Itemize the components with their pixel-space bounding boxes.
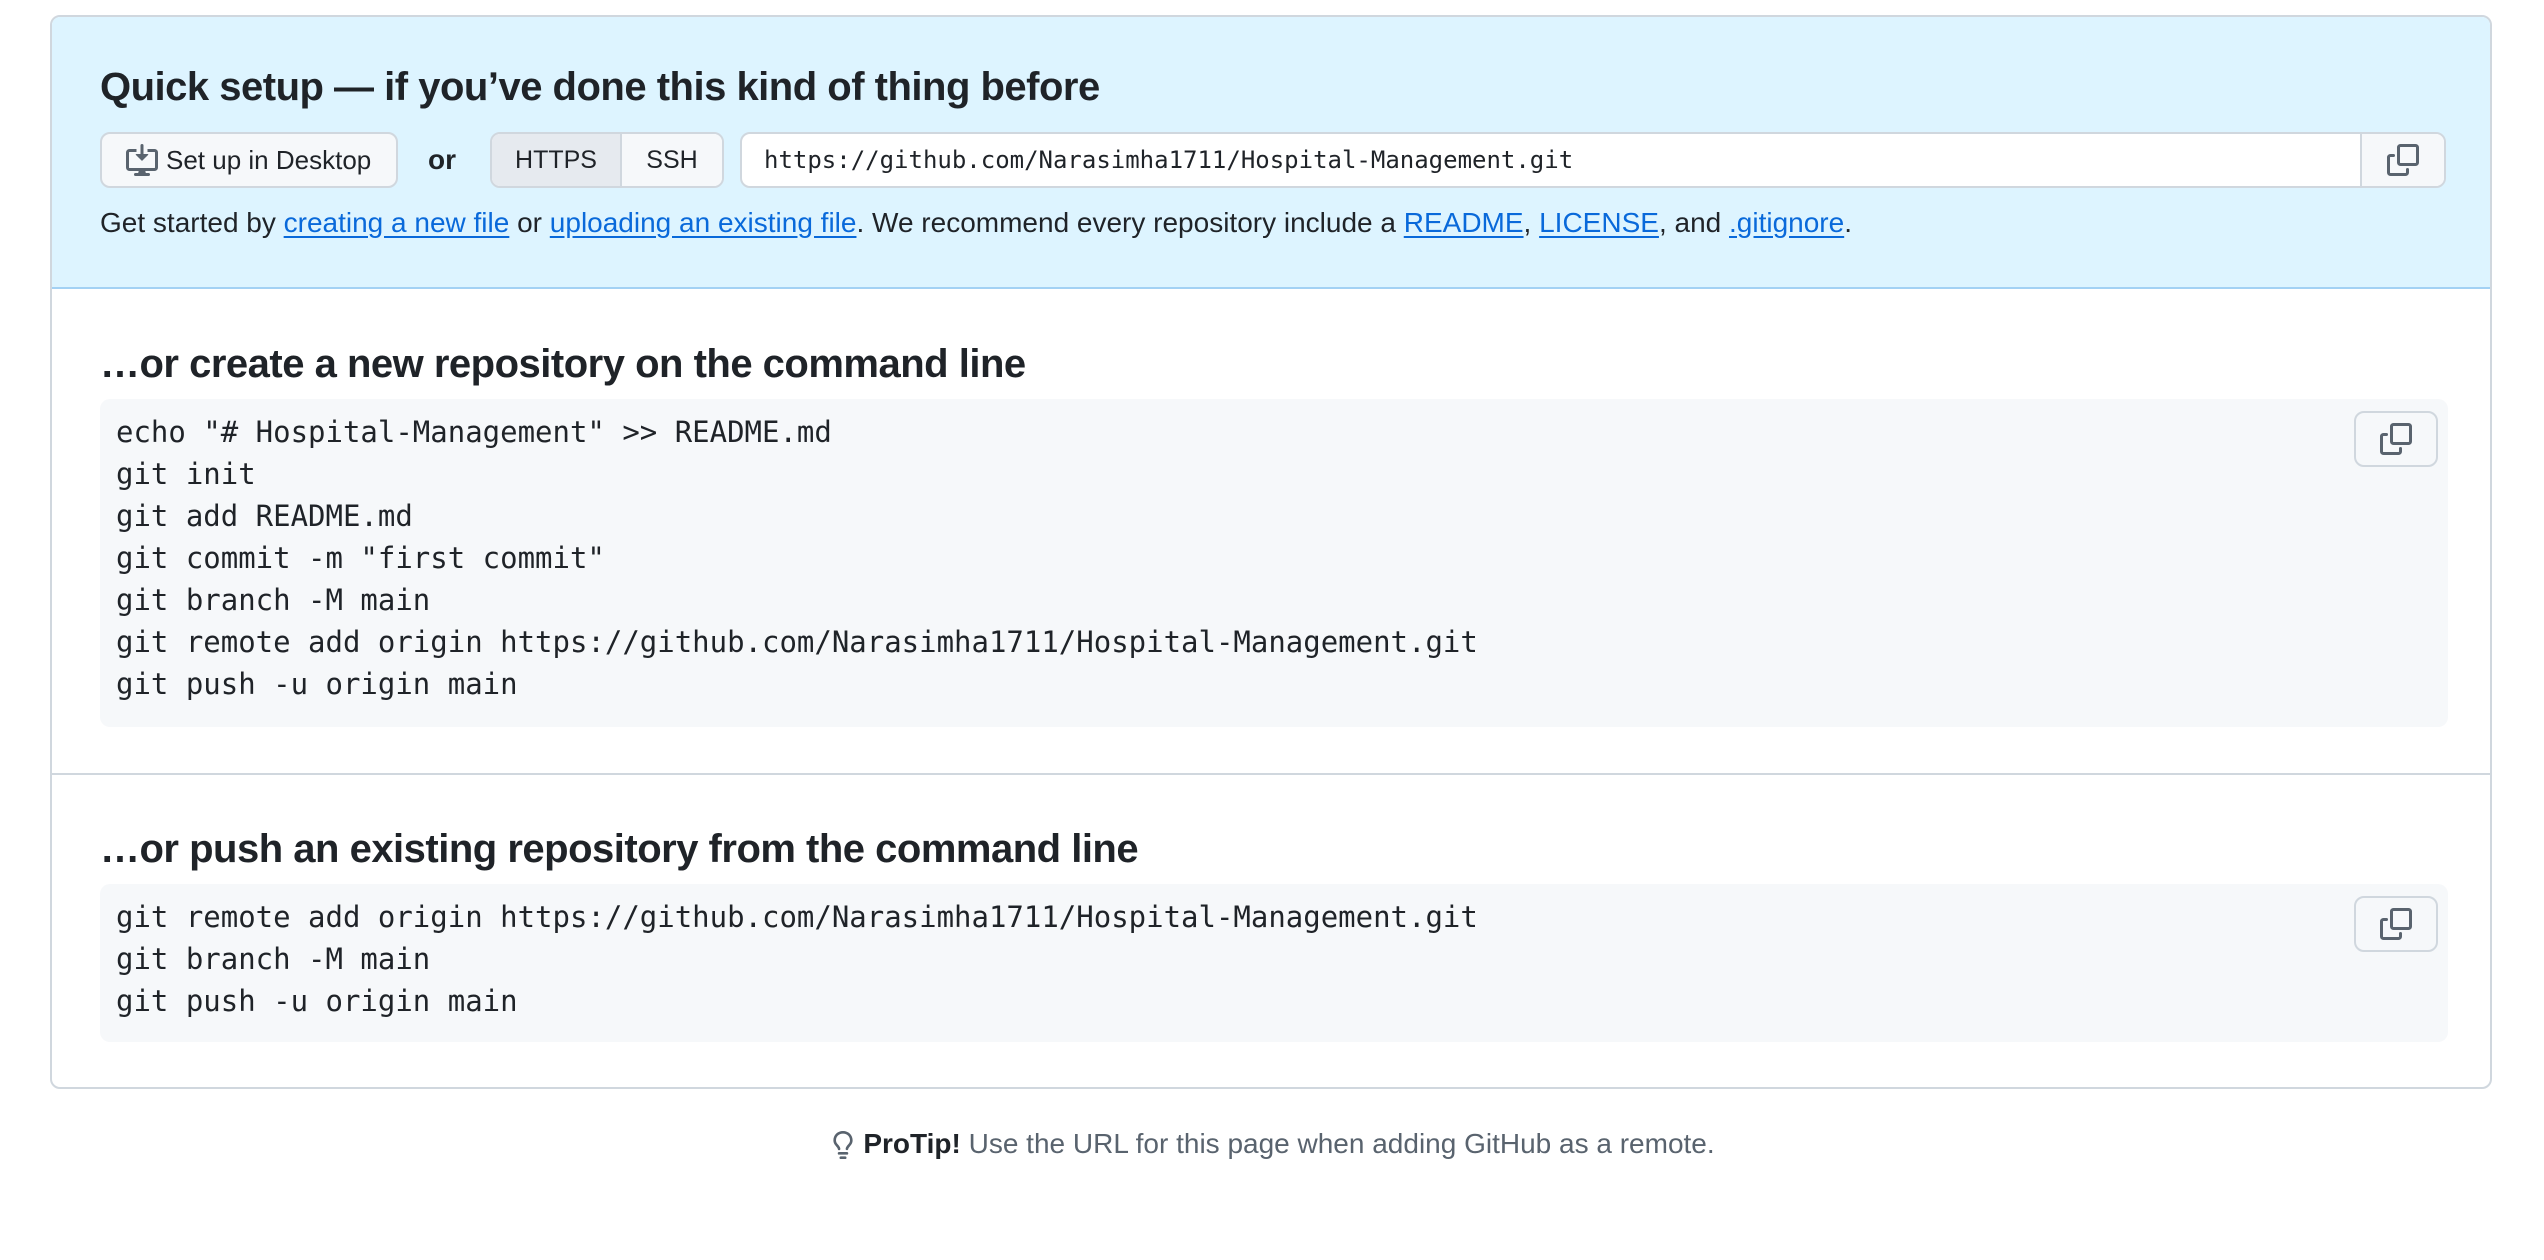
protocol-toggle: HTTPS SSH (490, 132, 724, 188)
getting-started-text: Get started by creating a new file or up… (100, 207, 1852, 239)
push-repo-title: …or push an existing repository from the… (100, 827, 1139, 871)
code-line: git push -u origin main (116, 667, 518, 701)
code-line: git add README.md (116, 499, 413, 533)
gitignore-link[interactable]: .gitignore (1729, 207, 1844, 238)
upload-file-link[interactable]: uploading an existing file (550, 207, 857, 238)
protip-text: Use the URL for this page when adding Gi… (960, 1128, 1715, 1159)
code-line: git init (116, 457, 256, 491)
push-repo-code-block: git remote add origin https://github.com… (100, 884, 2448, 1042)
quick-setup-panel: Quick setup — if you’ve done this kind o… (52, 17, 2490, 289)
copy-create-commands-button[interactable] (2354, 411, 2438, 467)
light-bulb-icon (833, 1131, 853, 1159)
code-line: echo "# Hospital-Management" >> README.m… (116, 415, 832, 449)
code-line: git push -u origin main (116, 984, 518, 1018)
protocol-https-button[interactable]: HTTPS (492, 134, 622, 186)
copy-icon (2380, 423, 2412, 455)
copy-icon (2380, 908, 2412, 940)
readme-link[interactable]: README (1404, 207, 1524, 238)
intro-text-5: , and (1658, 207, 1729, 238)
quick-setup-box: Quick setup — if you’ve done this kind o… (50, 15, 2492, 1089)
copy-icon (2387, 144, 2419, 176)
code-line: git remote add origin https://github.com… (116, 900, 1478, 934)
setup-desktop-button[interactable]: Set up in Desktop (100, 132, 398, 188)
protip-label: ProTip! (863, 1128, 961, 1159)
create-repo-code-block: echo "# Hospital-Management" >> README.m… (100, 399, 2448, 727)
protip: ProTip! Use the URL for this page when a… (0, 1128, 2544, 1160)
quick-setup-title: Quick setup — if you’ve done this kind o… (100, 65, 1100, 109)
code-line: git commit -m "first commit" (116, 541, 605, 575)
intro-text-4: , (1523, 207, 1540, 238)
or-separator: or (428, 144, 456, 175)
section-divider (52, 773, 2490, 775)
desktop-download-icon (126, 144, 158, 176)
clone-url-field (740, 132, 2446, 188)
intro-text-1: Get started by (100, 207, 284, 238)
copy-url-button[interactable] (2360, 134, 2444, 186)
intro-text-2: or (509, 207, 550, 238)
setup-desktop-label: Set up in Desktop (166, 144, 372, 175)
intro-text-6: . (1844, 207, 1852, 238)
create-repo-title: …or create a new repository on the comma… (100, 342, 1026, 386)
create-new-file-link[interactable]: creating a new file (284, 207, 510, 238)
protocol-ssh-button[interactable]: SSH (622, 134, 722, 186)
code-line: git branch -M main (116, 942, 431, 976)
code-line: git remote add origin https://github.com… (116, 625, 1478, 659)
intro-text-3: . We recommend every repository include … (856, 207, 1404, 238)
clone-url-input[interactable] (742, 134, 2372, 186)
license-link[interactable]: LICENSE (1539, 207, 1659, 238)
code-line: git branch -M main (116, 583, 431, 617)
copy-push-commands-button[interactable] (2354, 896, 2438, 952)
